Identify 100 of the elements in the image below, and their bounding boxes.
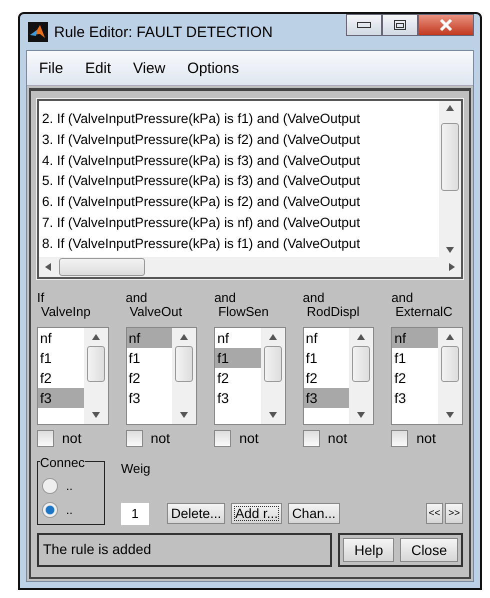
app-logo-icon: [28, 22, 48, 42]
list-item[interactable]: f3: [215, 388, 261, 408]
close-icon: [439, 19, 453, 31]
scroll-up-arrow-icon[interactable]: [446, 105, 454, 111]
scroll-up-arrow-icon[interactable]: [92, 334, 100, 340]
rule-item[interactable]: 3. If (ValveInputPressure(kPa) is f2) and (ValveOutput: [42, 130, 437, 151]
rule-item[interactable]: 2. If (ValveInputPressure(kPa) is f1) and (ValveOutput: [42, 109, 437, 130]
list-item[interactable]: f1: [392, 348, 438, 368]
not-checkbox[interactable]: [391, 430, 408, 447]
scroll-down-arrow-icon[interactable]: [446, 246, 454, 253]
connective-label: and: [302, 290, 326, 305]
menu-item[interactable]: File: [39, 58, 64, 78]
scroll-down-arrow-icon[interactable]: [268, 412, 277, 418]
membership-listbox[interactable]: nf f1 f2 f3: [126, 326, 198, 425]
list-item[interactable]: f1: [304, 348, 350, 368]
menu-item[interactable]: Edit: [85, 58, 112, 78]
not-checkbox[interactable]: [302, 430, 320, 447]
radio-option[interactable]: ..: [42, 478, 100, 494]
list-item[interactable]: nf: [392, 328, 438, 348]
scrollbar-thumb[interactable]: [441, 123, 459, 191]
list-item[interactable]: f1: [215, 348, 261, 368]
weight-label: Weig: [121, 460, 152, 476]
connective-label: and: [126, 290, 148, 305]
variable-label: ExternalC: [394, 304, 454, 319]
status-text: The rule is added: [37, 532, 332, 567]
horizontal-scrollbar[interactable]: [39, 256, 461, 277]
rule-item[interactable]: 7. If (ValveInputPressure(kPa) is nf) and (ValveOutput: [42, 212, 437, 234]
rules-list[interactable]: [37, 99, 463, 279]
scrollbar-thumb[interactable]: [86, 346, 105, 382]
scroll-down-arrow-icon[interactable]: [180, 412, 188, 418]
list-item[interactable]: f3: [126, 388, 172, 408]
list-item[interactable]: f2: [215, 368, 261, 388]
membership-listbox[interactable]: nf f1 f2 f3: [37, 326, 109, 425]
rule-item[interactable]: 5. If (ValveInputPressure(kPa) is f3) and (ValveOutput: [42, 171, 437, 192]
membership-listbox[interactable]: nf f1 f2 f3: [302, 326, 374, 425]
scrollbar-thumb[interactable]: [264, 346, 282, 382]
variable-label: FlowSen: [217, 304, 270, 319]
list-item[interactable]: nf: [38, 328, 84, 348]
dialog-button[interactable]: Close: [400, 538, 458, 562]
scroll-up-arrow-icon[interactable]: [446, 334, 454, 340]
scrollbar-thumb[interactable]: [440, 346, 459, 382]
scroll-down-arrow-icon[interactable]: [446, 412, 454, 418]
scroll-down-arrow-icon[interactable]: [92, 412, 100, 418]
list-item[interactable]: f1: [38, 348, 84, 368]
nav-button[interactable]: <<: [426, 503, 444, 524]
list-item[interactable]: nf: [126, 328, 172, 348]
list-item[interactable]: f3: [38, 388, 84, 408]
not-checkbox[interactable]: [214, 430, 232, 447]
list-item[interactable]: f2: [304, 368, 350, 388]
scrollbar-thumb[interactable]: [175, 346, 194, 382]
scroll-right-arrow-icon[interactable]: [449, 262, 455, 271]
rule-item[interactable]: 8. If (ValveInputPressure(kPa) is f1) and (ValveOutput: [42, 234, 437, 255]
rule-item[interactable]: 6. If (ValveInputPressure(kPa) is f2) and (ValveOutput: [42, 192, 437, 213]
not-checkbox[interactable]: [37, 430, 54, 447]
not-label: not: [328, 430, 348, 446]
connective-label: and: [391, 290, 414, 305]
scroll-left-arrow-icon[interactable]: [45, 262, 51, 271]
minimize-button[interactable]: [346, 14, 382, 36]
rule-item[interactable]: 4. If (ValveInputPressure(kPa) is f3) and (ValveOutput: [42, 150, 437, 172]
not-label: not: [62, 430, 82, 446]
membership-listbox[interactable]: nf f1 f2 f3: [214, 326, 286, 425]
not-checkbox[interactable]: [126, 430, 143, 447]
action-button[interactable]: Add r...: [231, 503, 282, 524]
minimize-icon: [357, 22, 371, 28]
list-item[interactable]: nf: [304, 328, 350, 348]
variable-label: ValveInp: [40, 304, 92, 319]
connective-label: and: [214, 290, 237, 305]
list-item[interactable]: f3: [392, 388, 438, 408]
variable-label: RodDispl: [306, 304, 361, 319]
list-item[interactable]: f2: [392, 368, 438, 388]
dialog-button[interactable]: Help: [343, 538, 394, 562]
scrollbar-thumb[interactable]: [59, 258, 145, 276]
scroll-up-arrow-icon[interactable]: [268, 334, 277, 340]
close-button[interactable]: [418, 14, 474, 36]
menu-item[interactable]: Options: [187, 58, 239, 78]
scroll-up-arrow-icon[interactable]: [180, 334, 188, 340]
connective-label: If: [37, 290, 46, 305]
maximize-icon: [394, 20, 406, 30]
scrollbar-thumb[interactable]: [352, 346, 370, 382]
menu-item[interactable]: View: [133, 58, 166, 78]
radio-option[interactable]: ..: [42, 502, 100, 518]
list-item[interactable]: nf: [215, 328, 261, 348]
list-item[interactable]: f3: [304, 388, 350, 408]
vertical-scrollbar[interactable]: [439, 101, 461, 257]
not-label: not: [239, 430, 259, 446]
membership-listbox[interactable]: nf f1 f2 f3: [391, 326, 463, 425]
nav-button[interactable]: >>: [445, 503, 463, 524]
list-item[interactable]: f2: [126, 368, 172, 388]
action-button[interactable]: Chan...: [288, 503, 340, 524]
not-label: not: [416, 430, 436, 446]
window-title: Rule Editor: FAULT DETECTION: [54, 24, 273, 40]
action-button[interactable]: Delete...: [167, 503, 226, 524]
list-item[interactable]: f2: [38, 368, 84, 388]
weight-field[interactable]: 1: [121, 502, 149, 525]
list-item[interactable]: f1: [126, 348, 172, 368]
maximize-button[interactable]: [382, 14, 418, 36]
scroll-down-arrow-icon[interactable]: [357, 412, 366, 418]
variable-label: ValveOut: [128, 304, 184, 319]
scroll-up-arrow-icon[interactable]: [357, 334, 366, 340]
not-label: not: [150, 430, 170, 446]
